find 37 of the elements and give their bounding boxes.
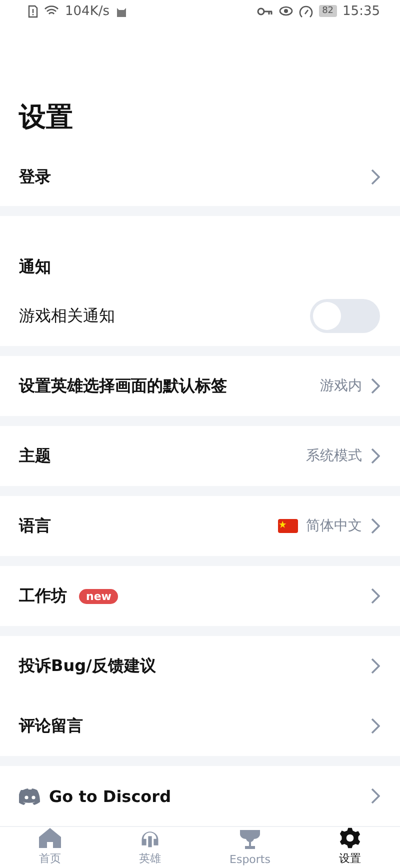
- page-title: 设置: [18, 101, 74, 135]
- speedometer-icon: [299, 4, 314, 18]
- trophy-icon: [238, 827, 262, 851]
- chevron-right-icon: [370, 169, 380, 185]
- chevron-right-icon: [370, 588, 380, 604]
- wifi-icon: [44, 5, 59, 17]
- setting-label[interactable]: 工作坊: [19, 586, 67, 606]
- chevron-right-icon: [370, 658, 380, 674]
- setting-label[interactable]: 主题: [19, 446, 51, 466]
- chevron-right-icon: [370, 518, 380, 534]
- battery-level: 82: [319, 5, 337, 17]
- setting-label: 游戏相关通知: [19, 306, 115, 326]
- setting-label[interactable]: 投诉Bug/反馈建议: [19, 656, 156, 676]
- clock-time: 15:35: [342, 4, 380, 18]
- chevron-right-icon: [370, 788, 380, 804]
- cat-icon: [116, 6, 126, 16]
- eye-icon: [279, 6, 294, 16]
- setting-value: 系统模式: [306, 447, 362, 465]
- section-header: 通知: [19, 257, 51, 278]
- setting-value: 简体中文: [306, 517, 362, 535]
- network-speed: 104K/s: [65, 4, 110, 18]
- settings-icon: [338, 827, 362, 849]
- chevron-right-icon: [370, 378, 380, 394]
- setting-value: 游戏内: [320, 377, 362, 395]
- new-badge: new: [79, 588, 118, 604]
- home-icon: [38, 827, 62, 849]
- setting-label[interactable]: 评论留言: [19, 716, 83, 736]
- sim-alert-icon: [28, 4, 38, 18]
- chevron-right-icon: [370, 448, 380, 464]
- nav-tab[interactable]: 设置: [300, 827, 400, 866]
- setting-label[interactable]: 设置英雄选择画面的默认标签: [19, 376, 227, 396]
- setting-label[interactable]: Go to Discord: [49, 786, 172, 806]
- toggle-switch[interactable]: [310, 299, 380, 333]
- setting-label[interactable]: 登录: [19, 166, 51, 188]
- chevron-right-icon: [370, 718, 380, 734]
- setting-label[interactable]: 语言: [19, 516, 51, 536]
- key-icon: [257, 6, 274, 16]
